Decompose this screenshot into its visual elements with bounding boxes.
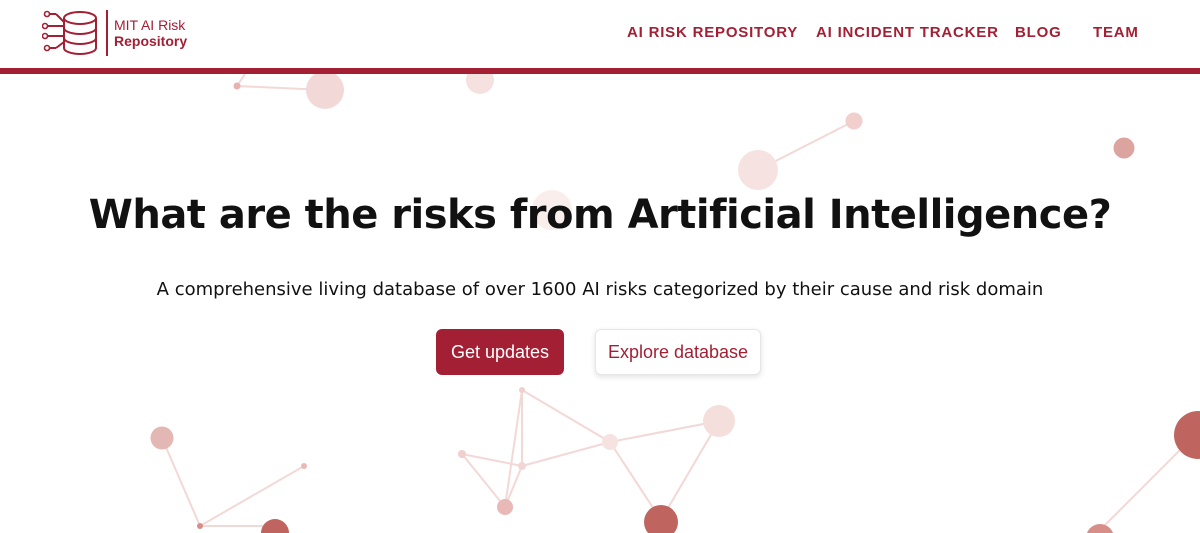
nav-blog[interactable]: BLOG <box>1015 24 1062 41</box>
nav-ai-incident-tracker[interactable]: AI INCIDENT TRACKER <box>816 24 999 41</box>
explore-database-button[interactable]: Explore database <box>595 329 761 375</box>
site-logo[interactable]: MIT AI Risk Repository <box>42 8 187 58</box>
nav-ai-risk-repository[interactable]: AI RISK REPOSITORY <box>627 24 798 41</box>
logo-text: MIT AI Risk Repository <box>114 17 187 49</box>
hero-section: What are the risks from Artificial Intel… <box>0 0 1200 533</box>
hero-subtitle: A comprehensive living database of over … <box>156 279 1044 300</box>
hero-title: What are the risks from Artificial Intel… <box>88 192 1112 238</box>
logo-divider <box>106 10 108 56</box>
logo-line-1: MIT AI Risk <box>114 17 186 33</box>
database-circuit-icon <box>42 10 97 55</box>
logo-line-2: Repository <box>114 33 188 49</box>
site-header: MIT AI Risk Repository AI RISK REPOSITOR… <box>0 0 1200 68</box>
get-updates-button[interactable]: Get updates <box>436 329 564 375</box>
header-accent-bar <box>0 68 1200 74</box>
nav-team[interactable]: TEAM <box>1093 24 1139 41</box>
